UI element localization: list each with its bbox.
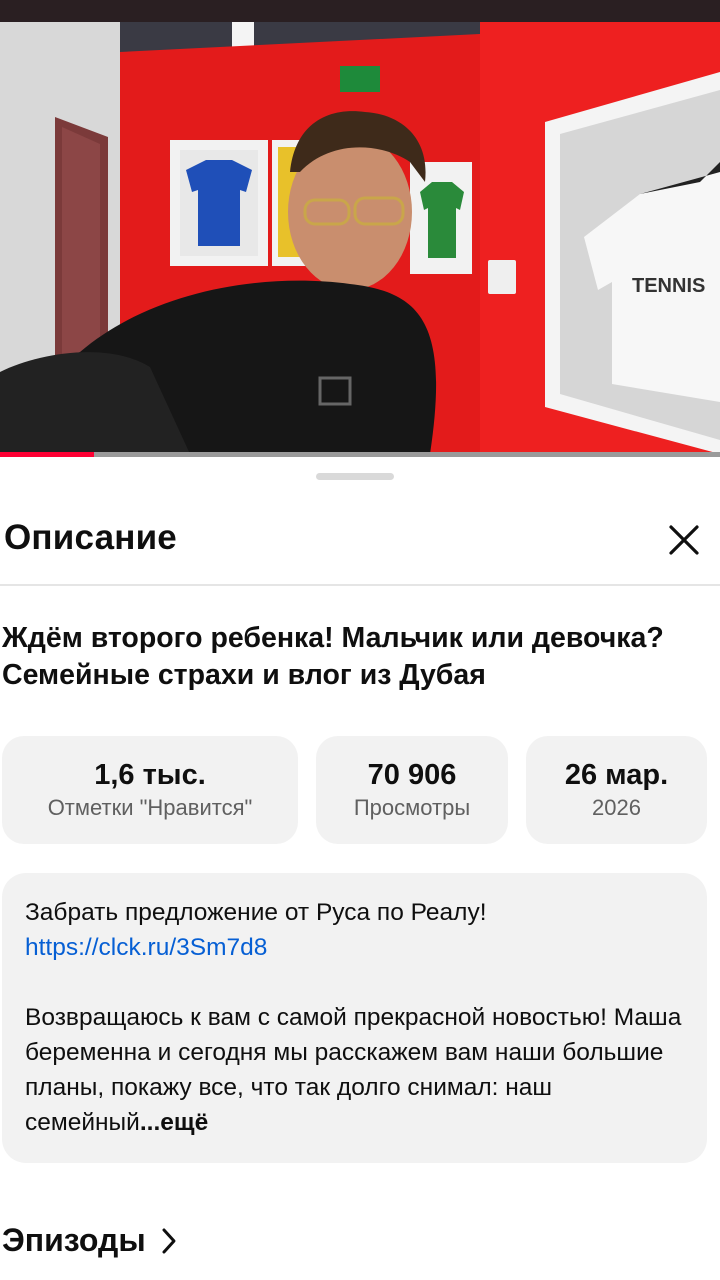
stat-date: 26 мар. 2026 [526,736,707,844]
stat-date-value: 26 мар. [564,759,669,791]
close-icon [669,525,699,555]
show-more-button[interactable]: ...ещё [140,1109,208,1136]
video-frame-illustration: TENNIS [0,22,720,454]
stat-likes[interactable]: 1,6 тыс. Отметки "Нравится" [2,736,298,844]
video-player[interactable]: TENNIS [0,22,720,454]
stat-likes-value: 1,6 тыс. [94,759,206,791]
stat-likes-label: Отметки "Нравится" [47,795,253,820]
panel-title: Описание [4,518,177,557]
header-divider [0,584,720,586]
promo-link[interactable]: https://clck.ru/3Sm7d8 [25,934,267,961]
description-body: Возвращаюсь к вам с самой прекрасной нов… [25,1004,682,1136]
stat-views: 70 906 Просмотры [316,736,508,844]
jersey-text: TENNIS [632,275,705,297]
sheet-drag-handle[interactable] [316,473,394,480]
progress-played [0,452,94,457]
stat-views-value: 70 906 [367,759,457,791]
episodes-section-header[interactable]: Эпизоды [2,1222,178,1259]
stat-date-year: 2026 [592,795,641,820]
close-button[interactable] [664,520,704,560]
stat-views-label: Просмотры [353,795,471,820]
promo-text: Забрать предложение от Руса по Реалу! [25,899,487,926]
episodes-label: Эпизоды [2,1222,146,1258]
status-strip [0,0,720,22]
video-progress-bar[interactable] [0,452,720,457]
video-title: Ждём второго ребенка! Мальчик или девочк… [2,622,664,691]
description-text: Забрать предложение от Руса по Реалу! ht… [25,895,685,1140]
chevron-right-icon [162,1228,176,1253]
